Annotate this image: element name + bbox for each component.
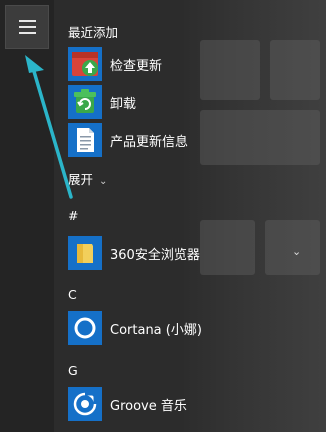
app-label: Groove 音乐	[110, 399, 187, 414]
group-header-hash[interactable]: #	[68, 208, 78, 223]
app-label: 卸载	[110, 97, 137, 112]
cortana-icon	[68, 311, 102, 345]
document-icon	[68, 123, 102, 157]
start-rail	[0, 0, 54, 432]
app-label: 检查更新	[110, 59, 163, 74]
hamburger-menu-button[interactable]	[5, 5, 49, 49]
app-label: 产品更新信息	[110, 135, 189, 150]
menu-line	[19, 32, 36, 34]
app-item-product-update-info[interactable]: 产品更新信息	[68, 123, 308, 157]
chevron-down-icon: ⌄	[99, 176, 108, 187]
app-item-groove-music[interactable]: Groove 音乐	[68, 387, 308, 421]
app-item-360-browser[interactable]: 360安全浏览器	[68, 236, 308, 270]
groove-music-icon	[68, 387, 102, 421]
expand-label: 展开	[68, 172, 94, 187]
folder-icon	[68, 236, 102, 270]
recently-added-header: 最近添加	[68, 25, 119, 40]
app-label: Cortana (小娜)	[110, 323, 202, 338]
app-item-uninstall[interactable]: 卸载	[68, 85, 308, 119]
group-header-c[interactable]: C	[68, 287, 77, 302]
app-item-cortana[interactable]: Cortana (小娜)	[68, 311, 308, 345]
menu-line	[19, 26, 36, 28]
update-check-icon	[68, 47, 102, 81]
app-item-check-update[interactable]: 检查更新	[68, 47, 308, 81]
expand-link[interactable]: 展开 ⌄	[68, 169, 107, 188]
menu-line	[19, 20, 36, 22]
chevron-down-icon[interactable]: ⌄	[292, 245, 301, 258]
start-menu: 最近添加 检查更新 卸载 产品更新信息 展开 ⌄ # 360安全浏览器 ⌄ C …	[0, 0, 326, 432]
group-header-g[interactable]: G	[68, 363, 78, 378]
uninstall-icon	[68, 85, 102, 119]
app-label: 360安全浏览器	[110, 248, 200, 263]
